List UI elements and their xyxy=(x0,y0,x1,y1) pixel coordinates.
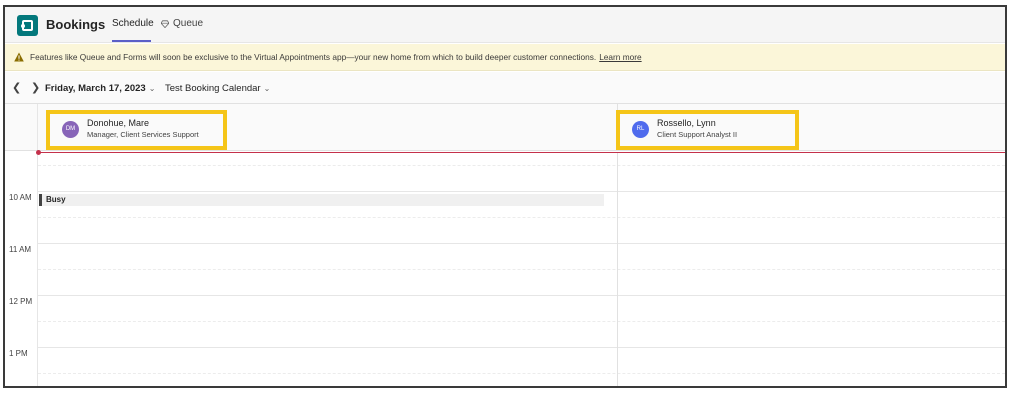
busy-event[interactable]: Busy xyxy=(39,194,604,206)
calendar-selector[interactable]: Test Booking Calendar ⌄ xyxy=(165,83,270,94)
time-gutter-header xyxy=(5,104,38,150)
chevron-down-icon: ⌄ xyxy=(263,84,271,93)
time-label: 10 AM xyxy=(9,193,32,202)
calendar-name: Test Booking Calendar xyxy=(165,83,261,94)
tab-queue[interactable]: Queue xyxy=(161,18,203,29)
warning-icon xyxy=(14,52,24,62)
hour-line xyxy=(38,191,1005,192)
half-hour-line xyxy=(38,165,1005,166)
half-hour-line xyxy=(38,217,1005,218)
gem-icon xyxy=(161,19,169,28)
time-label: 12 PM xyxy=(9,297,33,306)
staff-card-rossello[interactable]: RL Rossello, Lynn Client Support Analyst… xyxy=(616,110,799,150)
bookings-app-icon xyxy=(17,15,38,36)
app-title: Bookings xyxy=(46,17,106,32)
avatar: DM xyxy=(62,121,79,138)
current-time-indicator xyxy=(38,152,1005,153)
banner-message: Features like Queue and Forms will soon … xyxy=(30,52,642,62)
time-label: 11 AM xyxy=(9,245,32,254)
staff-header-row: DM Donohue, Mare Manager, Client Service… xyxy=(5,104,1005,151)
banner-text: Features like Queue and Forms will soon … xyxy=(30,52,597,62)
date-navigation-bar: ❮ ❯ Friday, March 17, 2023 ⌄ Test Booking… xyxy=(5,72,1005,104)
hour-line xyxy=(38,347,1005,348)
hour-line xyxy=(38,295,1005,296)
date-text: Friday, March 17, 2023 xyxy=(45,83,146,94)
time-label: 1 PM xyxy=(9,349,28,358)
bookings-window: Bookings Schedule Queue Features like Qu… xyxy=(3,5,1007,388)
half-hour-line xyxy=(38,269,1005,270)
staff-name: Rossello, Lynn xyxy=(657,118,716,128)
staff-card-donohue[interactable]: DM Donohue, Mare Manager, Client Service… xyxy=(46,110,227,150)
column-divider xyxy=(617,152,618,386)
avatar: RL xyxy=(632,121,649,138)
staff-name: Donohue, Mare xyxy=(87,118,150,128)
half-hour-line xyxy=(38,321,1005,322)
event-label: Busy xyxy=(46,195,66,204)
tab-schedule[interactable]: Schedule xyxy=(112,18,154,29)
app-header: Bookings Schedule Queue xyxy=(5,7,1005,43)
chevron-left-icon[interactable]: ❮ xyxy=(12,81,21,94)
staff-role: Client Support Analyst II xyxy=(657,130,738,139)
staff-role: Manager, Client Services Support xyxy=(87,130,199,139)
chevron-right-icon[interactable]: ❯ xyxy=(31,81,40,94)
learn-more-link[interactable]: Learn more xyxy=(599,52,641,62)
notice-banner: Features like Queue and Forms will soon … xyxy=(5,44,1005,71)
schedule-grid[interactable]: 10 AM 11 AM 12 PM 1 PM Busy xyxy=(5,150,1005,386)
current-time-dot xyxy=(36,150,41,155)
tab-queue-label: Queue xyxy=(173,18,204,29)
active-tab-indicator xyxy=(112,40,151,42)
date-picker[interactable]: Friday, March 17, 2023 ⌄ xyxy=(45,83,155,94)
half-hour-line xyxy=(38,373,1005,374)
chevron-down-icon: ⌄ xyxy=(148,84,156,93)
hour-line xyxy=(38,243,1005,244)
